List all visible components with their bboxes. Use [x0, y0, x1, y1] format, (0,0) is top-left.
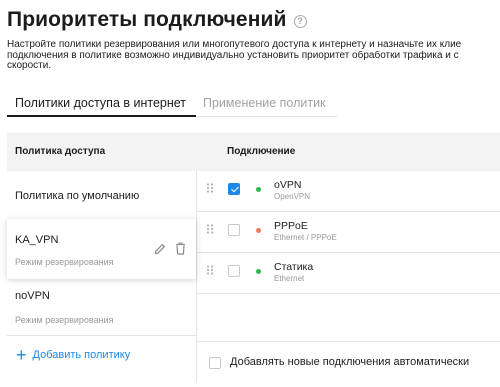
description-line: Настройте политики резервирования или мн…: [7, 40, 462, 50]
add-policy-label: Добавить политику: [32, 349, 131, 361]
connection-row-static[interactable]: Статика Ethernet: [197, 253, 500, 294]
policy-name: Политика по умолчанию: [15, 190, 140, 202]
pencil-icon[interactable]: [154, 243, 166, 255]
policy-list: Политика доступа Политика по умолчанию K…: [7, 133, 196, 382]
question-circle-icon[interactable]: ?: [293, 15, 307, 28]
description-line: подключения в политике возможно индивиду…: [7, 50, 459, 61]
status-dot-icon: [256, 228, 261, 233]
drag-handle-icon[interactable]: [206, 224, 214, 234]
connection-type: Ethernet: [274, 274, 305, 283]
status-dot-icon: [256, 187, 261, 192]
trash-icon[interactable]: [175, 242, 186, 255]
connection-checkbox[interactable]: [228, 265, 240, 277]
tab-internet-access-policies[interactable]: Политики доступа в интернет: [15, 96, 186, 110]
description-line: скорости.: [7, 61, 52, 71]
add-policy-button[interactable]: + Добавить политику: [16, 345, 131, 365]
connection-name: PPPoE: [274, 220, 308, 232]
connection-name: Статика: [274, 261, 314, 273]
policy-item-novpn[interactable]: noVPN Режим резервирования: [7, 279, 196, 335]
connection-checkbox[interactable]: [228, 224, 240, 236]
connection-row-ovpn[interactable]: oVPN OpenVPN: [197, 171, 500, 212]
policy-list-header: Политика доступа: [7, 133, 196, 171]
plus-icon: +: [16, 345, 27, 365]
connection-type: Ethernet / PPPoE: [274, 233, 337, 242]
policies-panel: Политика доступа Политика по умолчанию K…: [7, 133, 500, 382]
connection-row-pppoe[interactable]: PPPoE Ethernet / PPPoE: [197, 212, 500, 253]
status-dot-icon: [256, 269, 261, 274]
connection-name: oVPN: [274, 179, 302, 191]
policy-name: KA_VPN: [15, 234, 59, 246]
auto-add-label: Добавлять новые подключения автоматическ…: [230, 356, 470, 368]
page-title: Приоритеты подключений: [7, 8, 287, 31]
page-description: Настройте политики резервирования или мн…: [7, 40, 500, 72]
page-title-row: Приоритеты подключений ?: [7, 8, 307, 32]
drag-handle-icon[interactable]: [206, 183, 214, 193]
policy-mode: Режим резервирования: [15, 315, 114, 325]
policy-name: noVPN: [15, 290, 50, 302]
active-tab-indicator: [7, 115, 196, 117]
tab-bar: Политики доступа в интернет Применение п…: [7, 91, 337, 117]
auto-add-connections-row[interactable]: Добавлять новые подключения автоматическ…: [197, 341, 500, 382]
policy-item-default[interactable]: Политика по умолчанию: [7, 171, 196, 219]
tab-apply-policies[interactable]: Применение политик: [203, 96, 326, 110]
policy-mode: Режим резервирования: [15, 257, 114, 267]
auto-add-checkbox[interactable]: [209, 357, 221, 369]
connection-checkbox[interactable]: [228, 183, 240, 195]
drag-handle-icon[interactable]: [206, 265, 214, 275]
policy-item-ka-vpn[interactable]: KA_VPN Режим резервирования: [7, 219, 196, 279]
policy-column-title: Политика доступа: [15, 146, 106, 157]
connection-type: OpenVPN: [274, 192, 311, 201]
connection-list: oVPN OpenVPN PPPoE Ethernet / PPPoE Стат…: [196, 171, 500, 382]
divider: [7, 335, 196, 336]
connection-list-header: Подключение: [196, 133, 500, 171]
connection-column-title: Подключение: [227, 146, 296, 157]
